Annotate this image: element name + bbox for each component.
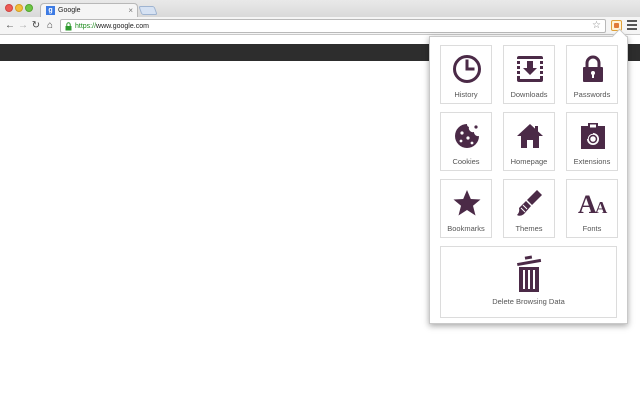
- tab-title: Google: [58, 7, 81, 14]
- url-text: https://www.google.com: [75, 22, 149, 31]
- url-scheme: https://: [75, 23, 97, 30]
- fonts-icon: A A: [578, 190, 608, 218]
- cookie-icon: [455, 124, 479, 148]
- tab-strip: g Google ×: [0, 0, 640, 17]
- lock-icon: [583, 55, 603, 82]
- tile-label: Delete Browsing Data: [492, 297, 565, 306]
- secure-lock-icon: [65, 22, 72, 31]
- extension-popup: History Downloads Passwords Cookies Home…: [429, 36, 628, 324]
- tile-label: Bookmarks: [447, 224, 485, 233]
- minimize-window-button[interactable]: [15, 4, 23, 12]
- google-favicon-icon: g: [46, 6, 55, 15]
- reload-button[interactable]: ↻: [30, 19, 42, 32]
- home-button[interactable]: ⌂: [44, 19, 56, 32]
- extension-icon: [581, 123, 605, 149]
- url-host: www.google.com: [96, 23, 149, 30]
- tile-label: History: [454, 90, 478, 99]
- chrome-menu-icon[interactable]: [627, 20, 637, 31]
- tile-label: Passwords: [573, 90, 611, 99]
- tile-fonts[interactable]: A A Fonts: [566, 179, 618, 238]
- tile-extensions[interactable]: Extensions: [566, 112, 618, 171]
- tile-label: Cookies: [452, 157, 480, 166]
- tile-passwords[interactable]: Passwords: [566, 45, 618, 104]
- bookmark-star-icon[interactable]: ☆: [592, 20, 601, 32]
- home-icon: [517, 124, 543, 148]
- tile-history[interactable]: History: [440, 45, 492, 104]
- tile-downloads[interactable]: Downloads: [503, 45, 555, 104]
- close-window-button[interactable]: [5, 4, 13, 12]
- tile-label: Downloads: [510, 90, 548, 99]
- tile-label: Homepage: [510, 157, 548, 166]
- clock-icon: [453, 55, 481, 83]
- tile-bookmarks[interactable]: Bookmarks: [440, 179, 492, 238]
- trash-icon: [517, 255, 542, 292]
- tab-close-icon[interactable]: ×: [128, 6, 133, 15]
- tile-label: Extensions: [573, 157, 611, 166]
- tab-google[interactable]: g Google ×: [40, 3, 138, 17]
- paintbrush-icon: [517, 190, 542, 216]
- tile-homepage[interactable]: Homepage: [503, 112, 555, 171]
- tile-label: Themes: [515, 224, 543, 233]
- delete-browsing-data-button[interactable]: Delete Browsing Data: [440, 246, 617, 318]
- tile-cookies[interactable]: Cookies: [440, 112, 492, 171]
- zoom-window-button[interactable]: [25, 4, 33, 12]
- new-tab-button[interactable]: [138, 6, 158, 15]
- browser-toolbar: ← → ↻ ⌂ https://www.google.com ☆: [0, 17, 640, 35]
- star-icon: [453, 190, 481, 216]
- download-icon: [517, 56, 543, 82]
- svg-text:A: A: [595, 198, 608, 217]
- forward-button[interactable]: →: [17, 19, 29, 32]
- tile-themes[interactable]: Themes: [503, 179, 555, 238]
- address-bar[interactable]: https://www.google.com ☆: [60, 19, 606, 33]
- tile-label: Fonts: [582, 224, 602, 233]
- back-button[interactable]: ←: [4, 19, 16, 32]
